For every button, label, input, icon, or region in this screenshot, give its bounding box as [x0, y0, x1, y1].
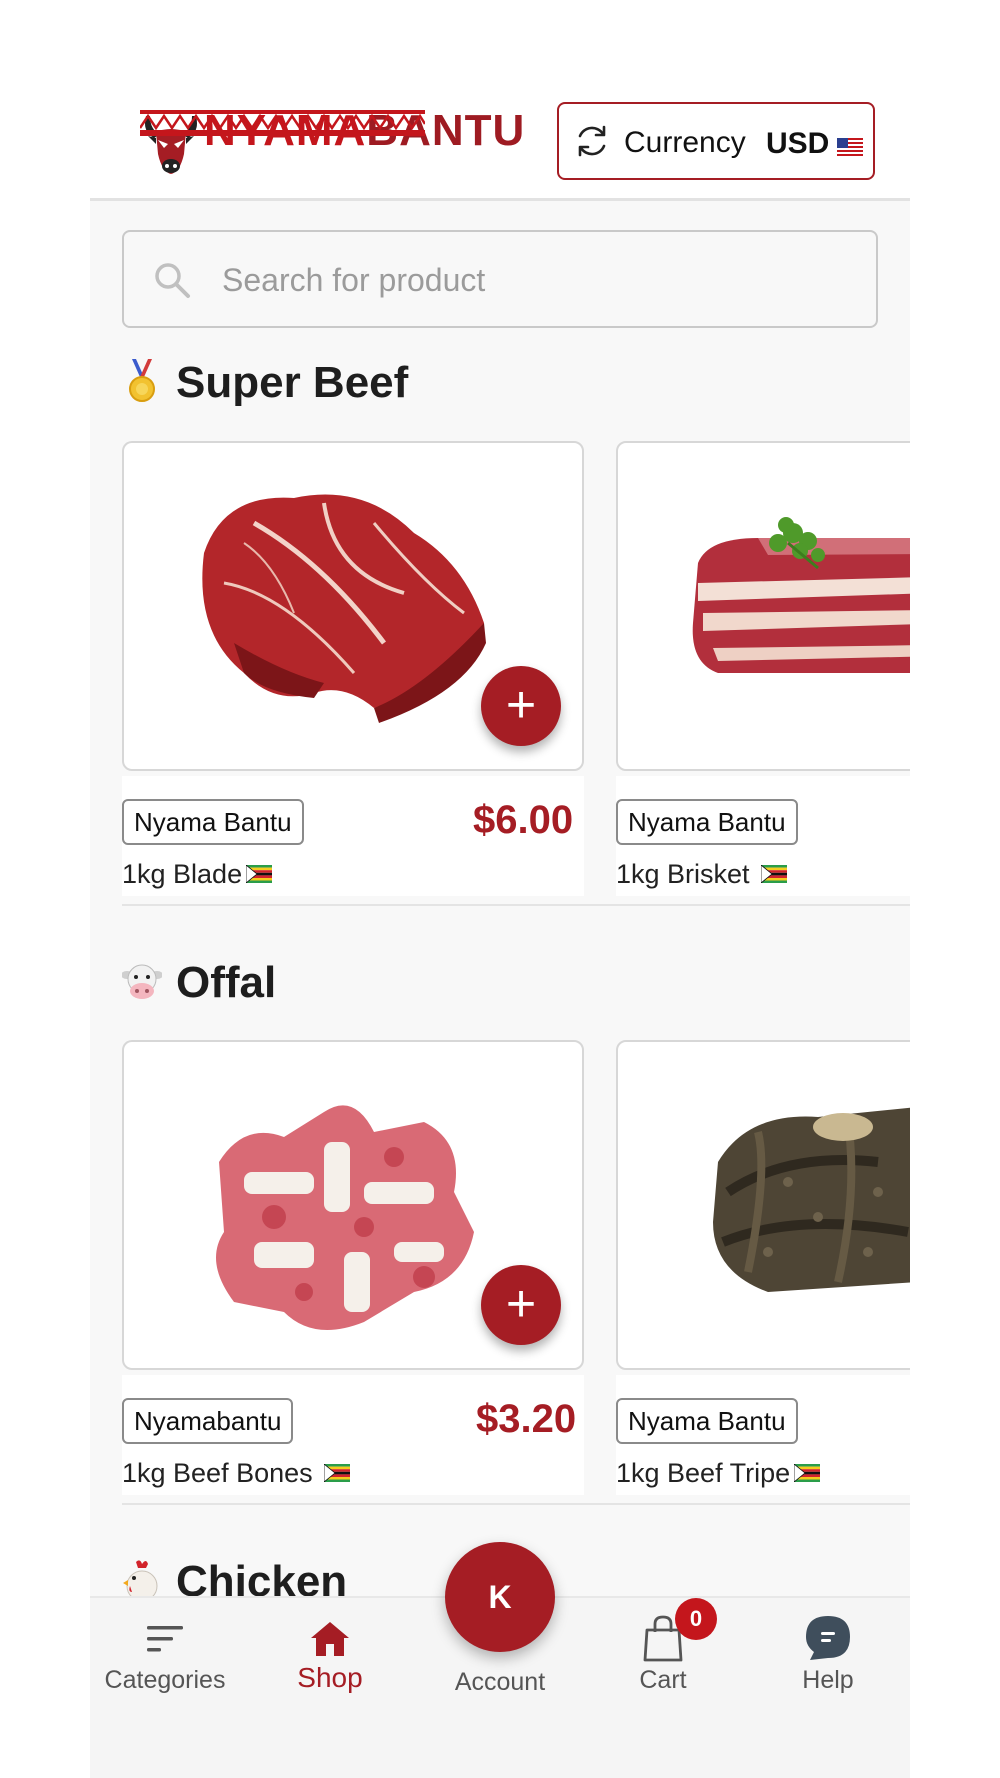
search-bar[interactable] [122, 230, 878, 328]
zimbabwe-flag-icon [246, 864, 273, 883]
add-to-cart-button[interactable]: + [481, 1265, 561, 1345]
product-name[interactable]: 1kg Beef Tripe [616, 1458, 821, 1489]
product-image-card[interactable] [616, 1040, 910, 1370]
logo-pattern [140, 110, 425, 136]
beef-tripe-image [713, 1107, 910, 1292]
vendor-badge: Nyama Bantu [122, 799, 304, 845]
product-name[interactable]: 1kg Beef Bones [122, 1458, 351, 1489]
cow-face-icon [122, 964, 162, 1000]
chat-bubble-icon [806, 1616, 850, 1660]
vendor-badge: Nyamabantu [122, 1398, 294, 1444]
vendor-badge: Nyama Bantu [616, 1398, 798, 1444]
product-price: $3.20 [476, 1397, 577, 1441]
section-divider [122, 904, 910, 906]
app-screen: NYAMABANTU Currency USD Search for produ… [90, 0, 910, 1778]
zimbabwe-flag-icon [324, 1463, 351, 1482]
categories-icon [147, 1626, 183, 1652]
account-avatar-button[interactable]: K [445, 1542, 555, 1652]
zimbabwe-flag-icon [761, 864, 788, 883]
zimbabwe-flag-icon [794, 1463, 821, 1482]
home-icon [311, 1622, 349, 1656]
beef-brisket-image [692, 517, 910, 673]
product-image-card[interactable] [616, 441, 910, 771]
section-title-super-beef: Super Beef [122, 358, 408, 408]
currency-code: USD [766, 127, 830, 160]
currency-selector[interactable]: Currency USD [557, 102, 875, 180]
search-input[interactable] [220, 254, 824, 306]
brand-logo[interactable]: NYAMABANTU [140, 104, 524, 184]
add-to-cart-button[interactable]: + [481, 666, 561, 746]
product-name[interactable]: 1kg Blade [122, 859, 273, 890]
search-icon [155, 263, 190, 298]
product-name[interactable]: 1kg Brisket [616, 859, 788, 890]
medal-icon [129, 359, 155, 403]
refresh-icon [578, 125, 606, 157]
product-price: $6.00 [473, 798, 574, 842]
cart-count-badge: 0 [675, 1598, 717, 1640]
section-divider [122, 1503, 910, 1505]
header: NYAMABANTU Currency USD [90, 0, 910, 201]
vendor-badge: Nyama Bantu [616, 799, 798, 845]
section-title-offal: Offal [122, 958, 276, 1008]
us-flag-icon [837, 138, 863, 156]
currency-label: Currency [624, 126, 746, 159]
